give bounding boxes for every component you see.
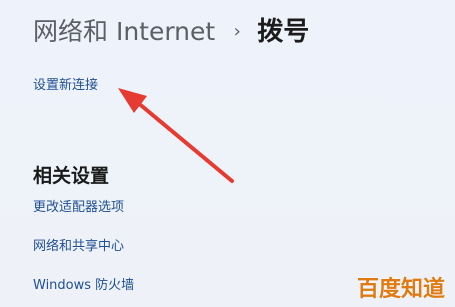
related-settings-heading: 相关设置 xyxy=(33,165,110,187)
dialup-settings-page: 网络和 Internet › 拨号 设置新连接 相关设置 更改适配器选项 网络和… xyxy=(0,0,455,307)
change-adapter-options-link[interactable]: 更改适配器选项 xyxy=(33,196,124,215)
network-sharing-center-link[interactable]: 网络和共享中心 xyxy=(33,235,124,254)
windows-firewall-link[interactable]: Windows 防火墙 xyxy=(33,274,134,293)
setup-new-connection-link[interactable]: 设置新连接 xyxy=(33,74,98,93)
watermark-logo: 百度知道 xyxy=(356,277,445,302)
page-title: 拨号 xyxy=(257,17,310,47)
arrow-shaft xyxy=(135,100,234,183)
breadcrumb-network-internet[interactable]: 网络和 Internet xyxy=(33,14,215,50)
arrow-head xyxy=(118,88,147,113)
chevron-right-icon: › xyxy=(233,21,241,42)
breadcrumb: 网络和 Internet › 拨号 xyxy=(33,14,309,50)
